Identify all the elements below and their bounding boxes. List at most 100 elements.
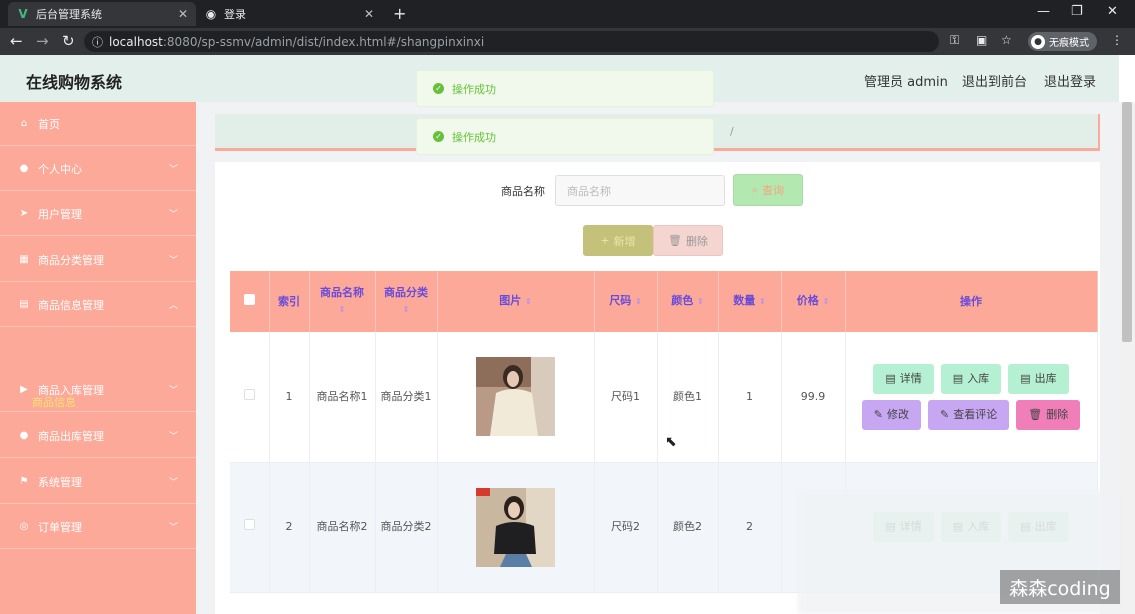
view-reviews-button[interactable]: ✎ 查看评论	[928, 399, 1010, 430]
col-header[interactable]: 数量 ⇕	[718, 271, 782, 332]
stock-out-button[interactable]: ▤出库	[1008, 363, 1069, 394]
col-header[interactable]: 价格 ⇕	[781, 271, 846, 332]
cell-qty: 2	[718, 462, 782, 593]
col-size-label: 尺码	[609, 294, 632, 307]
sidebar-item-home[interactable]: ⌂ 首页	[0, 102, 196, 146]
sidebar-item-label: 首页	[38, 117, 60, 131]
product-image[interactable]	[476, 357, 555, 437]
home-icon: ⌂	[20, 118, 28, 129]
incognito-badge[interactable]: ● 无痕模式	[1028, 32, 1097, 51]
row-checkbox[interactable]	[243, 519, 255, 530]
chevron-down-icon: ﹀	[168, 386, 178, 396]
new-tab-button[interactable]: +	[393, 4, 406, 23]
sort-icon[interactable]: ⇕	[759, 297, 766, 306]
row-checkbox[interactable]	[243, 388, 255, 400]
cell-qty: 1	[718, 332, 782, 463]
chevron-down-icon: ﹀	[168, 432, 178, 442]
delete-row-button[interactable]: 🗑 删除	[1016, 399, 1081, 430]
sort-icon[interactable]: ⇕	[635, 297, 642, 306]
url-field[interactable]: ⓘ localhost:8080/sp-ssmv/admin/dist/inde…	[84, 31, 939, 52]
sidebar-item-label: 用户管理	[38, 207, 82, 221]
toast-message: 操作成功	[452, 82, 496, 96]
sidebar-item-profile[interactable]: ● 个人中心 ﹀	[0, 147, 196, 191]
sidebar-item-stock-out[interactable]: ● 商品出库管理 ﹀	[0, 414, 196, 458]
stock-in-button[interactable]: ▤入库	[940, 363, 1002, 394]
product-image[interactable]	[476, 487, 555, 567]
sidebar-item-orders[interactable]: ◎ 订单管理 ﹀	[0, 505, 196, 549]
sidebar-item-users[interactable]: ➤ 用户管理 ﹀	[0, 192, 196, 236]
select-all-checkbox[interactable]	[243, 293, 255, 305]
search-label: 商品名称	[501, 185, 545, 198]
tab-admin[interactable]: V 后台管理系统 ✕	[8, 2, 196, 26]
col-header[interactable]: 尺码 ⇕	[594, 271, 658, 332]
col-qty-label: 数量	[733, 294, 756, 307]
close-tab-icon[interactable]: ✕	[364, 7, 374, 21]
query-button[interactable]: ⌕ 查询	[733, 174, 803, 206]
success-toast: ✓ 操作成功	[416, 70, 714, 107]
cell-color: 颜色2	[657, 462, 719, 593]
incognito-icon: ●	[1031, 34, 1045, 49]
col-name-label: 商品名称	[320, 286, 364, 299]
col-header[interactable]: 图片 ⇕	[437, 271, 595, 332]
sort-icon[interactable]: ⇕	[823, 297, 830, 306]
search-input[interactable]: 商品名称	[555, 175, 725, 206]
translate-icon[interactable]: ▣	[976, 33, 987, 47]
minimize-button[interactable]: —	[1037, 4, 1050, 19]
key-icon[interactable]: ⚿	[950, 33, 959, 48]
star-icon[interactable]: ☆	[1001, 33, 1012, 47]
edit-button[interactable]: ✎ 修改	[861, 399, 922, 430]
logout-link[interactable]: 退出登录	[1044, 71, 1096, 90]
reload-icon[interactable]: ↻	[62, 32, 75, 50]
sort-icon[interactable]: ⇕	[403, 305, 410, 314]
cell-price: 99.9	[781, 332, 846, 463]
row-select-cell[interactable]	[230, 462, 270, 593]
clipboard-icon: ▤	[19, 299, 29, 310]
grid-icon: ▦	[19, 254, 29, 265]
vue-logo-icon: V	[18, 7, 28, 21]
chevron-down-icon: ﹀	[168, 256, 178, 266]
col-header[interactable]: 颜色 ⇕	[657, 271, 719, 332]
sidebar-item-categories[interactable]: ▦ 商品分类管理 ﹀	[0, 238, 196, 282]
back-to-front-link[interactable]: 退出到前台	[962, 71, 1027, 90]
search-icon: ⌕	[751, 183, 759, 196]
col-category-label: 商品分类	[384, 286, 428, 299]
cell-name: 商品名称2	[309, 462, 376, 593]
back-icon[interactable]: ←	[10, 32, 23, 50]
forward-icon[interactable]: →	[36, 32, 49, 50]
tab-title: 后台管理系统	[36, 8, 102, 21]
maximize-button[interactable]: ❐	[1071, 4, 1083, 19]
document-icon: ▤	[885, 371, 896, 385]
toast-message: 操作成功	[452, 130, 496, 144]
admin-user: 管理员 admin	[864, 75, 948, 90]
col-image-label: 图片	[499, 294, 522, 307]
sidebar-item-label: 系统管理	[38, 475, 82, 489]
query-button-label: 查询	[762, 184, 785, 197]
page-scrollbar[interactable]	[1119, 102, 1135, 614]
tab-login[interactable]: ◉ 登录 ✕	[196, 2, 382, 26]
compass-icon: ◎	[19, 521, 29, 532]
delete-selected-button[interactable]: 🗑 删除	[653, 225, 723, 256]
row-select-cell[interactable]	[230, 332, 270, 463]
info-icon[interactable]: ⓘ	[92, 34, 103, 50]
cell-index: 1	[269, 332, 310, 463]
breadcrumb-separator: /	[730, 125, 734, 138]
detail-label: 详情	[899, 371, 922, 385]
col-color-label: 颜色	[671, 294, 694, 307]
select-all-cell[interactable]	[230, 271, 270, 332]
sidebar-item-stock-in[interactable]: ▶ 商品入库管理 ﹀	[0, 368, 196, 412]
sort-icon[interactable]: ⇕	[525, 297, 532, 306]
col-header: 索引	[269, 271, 310, 332]
add-button[interactable]: + 新增	[583, 225, 653, 256]
col-header[interactable]: 商品名称 ⇕	[309, 271, 376, 332]
menu-dots-icon[interactable]: ⋮	[1111, 33, 1123, 47]
sort-icon[interactable]: ⇕	[339, 305, 346, 314]
detail-button[interactable]: ▤详情	[873, 363, 934, 394]
col-header[interactable]: 商品分类 ⇕	[375, 271, 438, 332]
close-window-button[interactable]: ✕	[1107, 4, 1118, 19]
sort-icon[interactable]: ⇕	[697, 297, 704, 306]
add-button-label: 新增	[613, 234, 636, 248]
close-tab-icon[interactable]: ✕	[178, 7, 188, 21]
scrollbar-thumb[interactable]	[1122, 102, 1132, 342]
sidebar-item-system[interactable]: ⚑ 系统管理 ﹀	[0, 460, 196, 504]
sidebar-item-products[interactable]: ▤ 商品信息管理 ︿	[0, 283, 196, 327]
